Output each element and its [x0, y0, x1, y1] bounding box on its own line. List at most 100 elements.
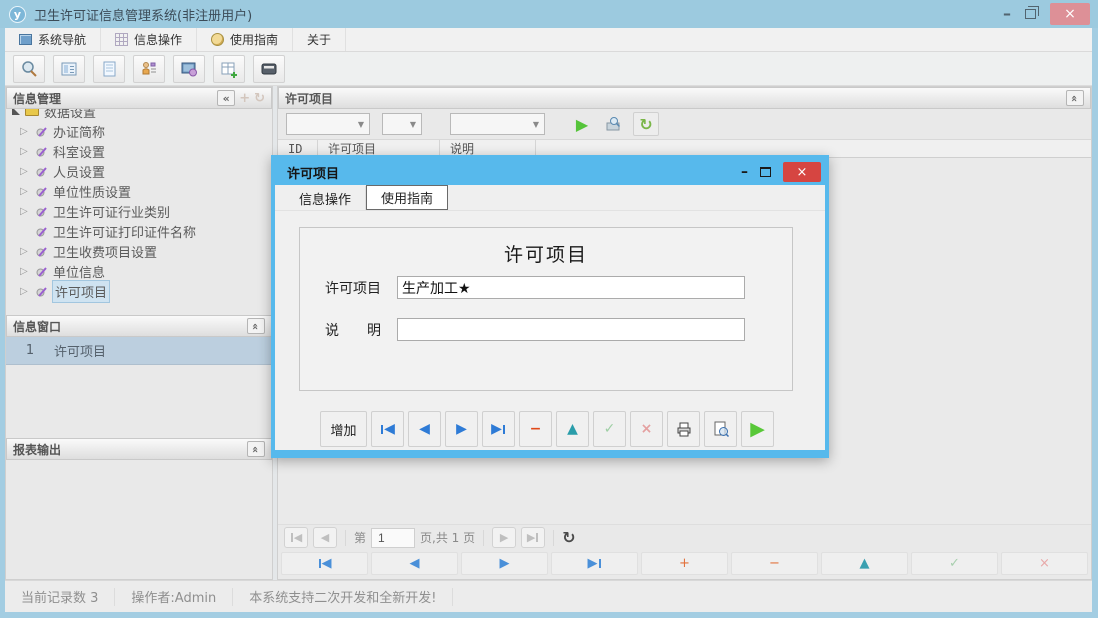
app-logo-icon: y — [9, 6, 26, 23]
status-operator: 操作者:Admin — [115, 588, 233, 606]
restore-button[interactable] — [1025, 9, 1036, 19]
dialog-delete-button[interactable]: − — [519, 411, 552, 447]
tree-root-label: 数据设置 — [44, 109, 96, 121]
tree-expander-icon[interactable]: ▷ — [20, 246, 30, 257]
tree-collapse-icon — [12, 109, 20, 115]
dialog-confirm-button[interactable]: ✓ — [593, 411, 626, 447]
menubar: 系统导航 信息操作 使用指南 关于 — [5, 28, 1092, 52]
tree-expander-icon[interactable]: ▷ — [20, 146, 30, 157]
dialog-next-button[interactable]: ▶ — [445, 411, 478, 447]
dialog-cancel-button[interactable]: × — [630, 411, 663, 447]
dialog-preview-button[interactable] — [704, 411, 737, 447]
record-prev-button[interactable]: ◀ — [371, 552, 458, 575]
collapse-main-panel-button[interactable]: « — [1066, 90, 1084, 106]
close-button[interactable]: × — [1050, 3, 1090, 25]
execute-query-button[interactable]: ▶ — [569, 112, 595, 136]
card-device-button[interactable] — [253, 55, 285, 83]
dialog-content: 许可项目 许可项目 说 明 增加 ◀ ◀ ▶ ▶ − ▲ ✓ × — [275, 211, 825, 450]
dialog-maximize-button[interactable] — [760, 167, 771, 177]
search-edit-icon — [605, 115, 623, 133]
filter-combo-1[interactable]: ▼ — [286, 113, 370, 135]
tree-item-label: 卫生许可证打印证件名称 — [53, 222, 196, 241]
pager-refresh-button[interactable]: ↻ — [562, 528, 575, 547]
tree-item[interactable]: ▷ 卫生许可证打印证件名称 — [6, 221, 272, 241]
search-button[interactable] — [13, 55, 45, 83]
monitor-chart-icon — [179, 59, 199, 79]
dialog-run-button[interactable]: ▶ — [741, 411, 774, 447]
tree-expander-icon[interactable]: ▷ — [20, 126, 30, 137]
tree-item-label: 科室设置 — [53, 142, 105, 161]
menu-item-guide[interactable]: 使用指南 — [197, 28, 293, 51]
dialog-close-button[interactable]: × — [783, 162, 821, 182]
filter-combo-2[interactable]: ▼ — [382, 113, 422, 135]
pager-last-button[interactable]: ▶ — [521, 527, 545, 548]
page-number-input[interactable] — [371, 528, 415, 548]
dialog-tab-info-ops[interactable]: 信息操作 — [285, 186, 366, 210]
tree-expander-icon[interactable]: ▷ — [20, 206, 30, 217]
sidebar: 信息管理 « + ↻ 数据设置 ▷ 办证简称 ▷ 科室设置 — [5, 86, 273, 580]
menu-item-about[interactable]: 关于 — [293, 28, 346, 51]
refresh-button[interactable]: ↻ — [633, 112, 659, 136]
filter-combo-3[interactable]: ▼ — [450, 113, 545, 135]
table-add-button[interactable] — [213, 55, 245, 83]
dialog-titlebar: 许可项目 – × — [275, 159, 825, 185]
tree-expander-icon[interactable]: ▷ — [20, 266, 30, 277]
record-confirm-button[interactable]: ✓ — [911, 552, 998, 575]
dialog-first-button[interactable]: ◀ — [371, 411, 404, 447]
monitor-chart-button[interactable] — [173, 55, 205, 83]
tree-expander-icon[interactable]: ▷ — [20, 286, 30, 297]
dialog-tab-guide[interactable]: 使用指南 — [366, 185, 448, 210]
collapse-info-window-button[interactable]: « — [247, 318, 265, 334]
pager-prev-button[interactable]: ◀ — [313, 527, 337, 548]
dialog-edit-button[interactable]: ▲ — [556, 411, 589, 447]
document-button[interactable] — [93, 55, 125, 83]
filter-row: ▼ ▼ ▼ ▶ ↻ — [278, 109, 1091, 139]
form-view-button[interactable] — [53, 55, 85, 83]
pager-next-button[interactable]: ▶ — [492, 527, 516, 548]
record-last-button[interactable]: ▶ — [551, 552, 638, 575]
chevron-down-icon: ▼ — [533, 120, 539, 129]
minimize-button[interactable]: – — [1003, 9, 1011, 19]
collapse-report-button[interactable]: « — [247, 441, 265, 457]
record-cancel-button[interactable]: × — [1001, 552, 1088, 575]
tree-expander-icon[interactable]: ▷ — [20, 186, 30, 197]
groupbox-title: 许可项目 — [300, 240, 792, 267]
pager-first-button[interactable]: ◀ — [284, 527, 308, 548]
search-edit-button[interactable] — [601, 112, 627, 136]
tree-item[interactable]: ▷ 卫生许可证行业类别 — [6, 201, 272, 221]
tree-item-label: 单位性质设置 — [53, 182, 131, 201]
card-device-icon — [259, 59, 279, 79]
collapse-sidebar-button[interactable]: « — [217, 90, 235, 106]
row-label: 许可项目 — [54, 341, 106, 360]
tree-root-item[interactable]: 数据设置 — [6, 109, 272, 121]
menu-item-info-ops[interactable]: 信息操作 — [101, 28, 197, 51]
user-report-button[interactable] — [133, 55, 165, 83]
tree-item[interactable]: ▷ 单位性质设置 — [6, 181, 272, 201]
record-first-button[interactable]: ◀ — [281, 552, 368, 575]
report-output-title: 报表输出 — [13, 441, 61, 458]
tree-item-label: 人员设置 — [53, 162, 105, 181]
tree-item[interactable]: ▷ 卫生收费项目设置 — [6, 241, 272, 261]
add-button[interactable]: 增加 — [320, 411, 367, 447]
tree-item-selected[interactable]: ▷ 许可项目 — [6, 281, 272, 301]
tree-item-label: 单位信息 — [53, 262, 105, 281]
list-item-selected[interactable]: 1 许可项目 — [6, 337, 272, 365]
tree-item[interactable]: ▷ 单位信息 — [6, 261, 272, 281]
search-icon — [19, 59, 39, 79]
tree-expander-icon[interactable]: ▷ — [20, 166, 30, 177]
dialog-prev-button[interactable]: ◀ — [408, 411, 441, 447]
window-title: 卫生许可证信息管理系统(非注册用户) — [34, 5, 252, 24]
permit-item-input[interactable] — [397, 276, 745, 299]
dialog-last-button[interactable]: ▶ — [482, 411, 515, 447]
tree-item[interactable]: ▷ 人员设置 — [6, 161, 272, 181]
description-input[interactable] — [397, 318, 745, 341]
record-delete-button[interactable]: − — [731, 552, 818, 575]
tree-item[interactable]: ▷ 办证简称 — [6, 121, 272, 141]
tree-item[interactable]: ▷ 科室设置 — [6, 141, 272, 161]
record-edit-button[interactable]: ▲ — [821, 552, 908, 575]
record-add-button[interactable]: + — [641, 552, 728, 575]
dialog-print-button[interactable] — [667, 411, 700, 447]
menu-item-system-nav[interactable]: 系统导航 — [5, 28, 101, 51]
dialog-minimize-button[interactable]: – — [741, 168, 748, 176]
record-next-button[interactable]: ▶ — [461, 552, 548, 575]
